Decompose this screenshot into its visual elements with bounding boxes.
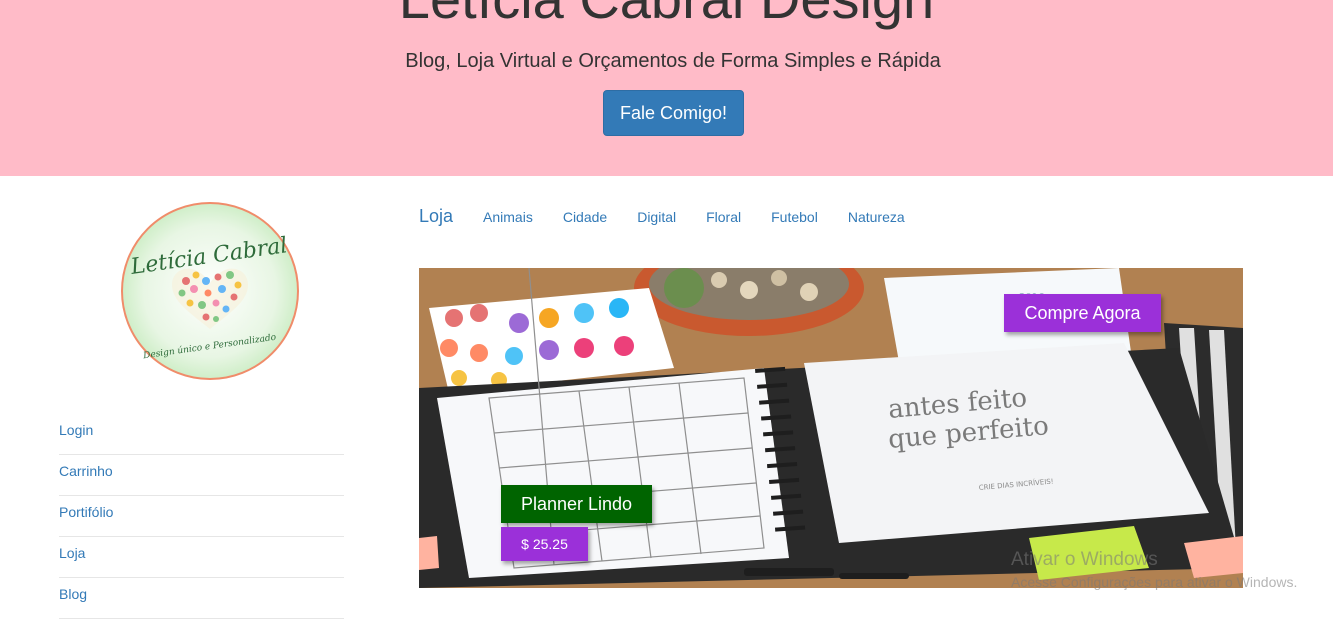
sidebar-link-blog[interactable]: Blog bbox=[59, 586, 87, 602]
sidebar-item-login: Login bbox=[59, 414, 344, 455]
logo[interactable]: Letícia Cabral Design único e Personaliz… bbox=[120, 201, 300, 381]
category-cidade[interactable]: Cidade bbox=[563, 209, 607, 225]
windows-watermark-title: Ativar o Windows bbox=[1011, 549, 1158, 570]
sidebar-item-portifolio: Portifólio bbox=[59, 496, 344, 537]
sidebar-item-blog: Blog bbox=[59, 578, 344, 619]
category-digital[interactable]: Digital bbox=[637, 209, 676, 225]
sidebar-link-login[interactable]: Login bbox=[59, 422, 93, 438]
category-nav: Loja Animais Cidade Digital Floral Futeb… bbox=[419, 206, 935, 236]
hero-banner: Letícia Cabral Design Blog, Loja Virtual… bbox=[0, 0, 1333, 176]
sidebar-item-carrinho: Carrinho bbox=[59, 455, 344, 496]
product-price-label: $ 25.25 bbox=[501, 527, 588, 561]
product-name-label: Planner Lindo bbox=[501, 485, 652, 523]
sidebar-link-portifolio[interactable]: Portifólio bbox=[59, 504, 113, 520]
contact-button[interactable]: Fale Comigo! bbox=[603, 90, 744, 136]
sidebar-item-loja: Loja bbox=[59, 537, 344, 578]
sidebar-link-loja[interactable]: Loja bbox=[59, 545, 85, 561]
site-title: Letícia Cabral Design bbox=[0, 0, 1333, 31]
category-animais[interactable]: Animais bbox=[483, 209, 533, 225]
site-subtitle: Blog, Loja Virtual e Orçamentos de Forma… bbox=[405, 50, 941, 72]
windows-watermark-subtitle: Acesse Configurações para ativar o Windo… bbox=[1011, 574, 1298, 590]
buy-now-button[interactable]: Compre Agora bbox=[1004, 294, 1161, 332]
category-floral[interactable]: Floral bbox=[706, 209, 741, 225]
sidebar-link-carrinho[interactable]: Carrinho bbox=[59, 463, 113, 479]
logo-graphic: Letícia Cabral Design único e Personaliz… bbox=[121, 202, 299, 380]
category-natureza[interactable]: Natureza bbox=[848, 209, 905, 225]
sidebar-nav: Login Carrinho Portifólio Loja Blog bbox=[59, 414, 344, 619]
category-nav-title[interactable]: Loja bbox=[419, 206, 453, 227]
category-futebol[interactable]: Futebol bbox=[771, 209, 818, 225]
